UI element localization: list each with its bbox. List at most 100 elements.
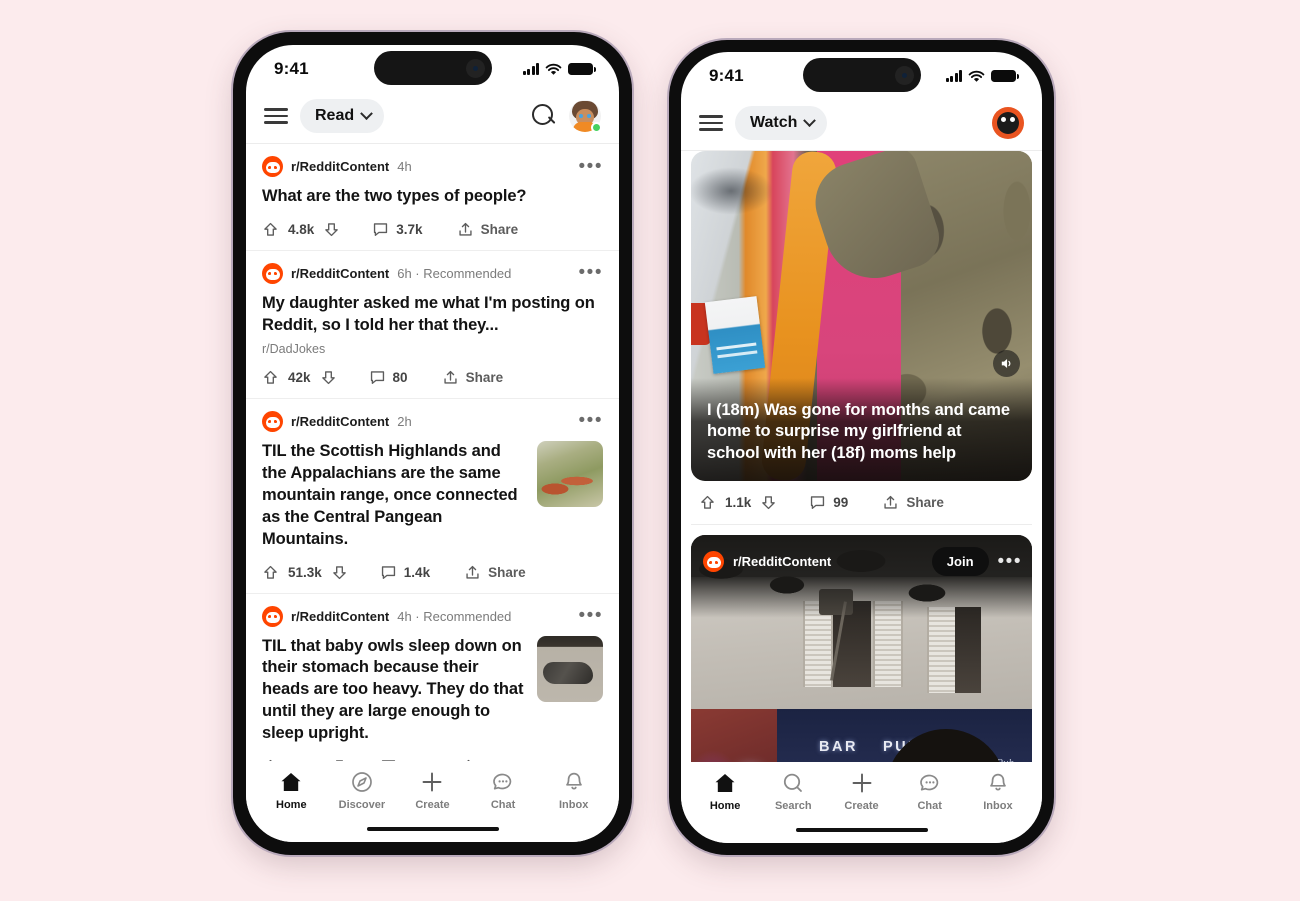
upvote-icon[interactable] bbox=[262, 564, 279, 581]
comment-count: 3.7k bbox=[396, 221, 423, 237]
feed-selector-label: Watch bbox=[750, 114, 798, 131]
post-meta: 6h · Recommended bbox=[397, 265, 512, 281]
comment-icon[interactable] bbox=[369, 369, 386, 386]
post-overflow-menu[interactable]: ••• bbox=[579, 411, 603, 430]
snoo-avatar[interactable] bbox=[992, 107, 1024, 139]
nav-tab-chat[interactable]: Chat bbox=[468, 770, 539, 811]
subreddit-name[interactable]: r/RedditContent bbox=[733, 554, 831, 569]
comment-control[interactable]: 99 bbox=[809, 494, 848, 511]
search-icon[interactable] bbox=[531, 103, 557, 129]
share-icon[interactable] bbox=[442, 369, 459, 386]
post-title[interactable]: TIL the Scottish Highlands and the Appal… bbox=[262, 441, 525, 551]
volume-icon[interactable] bbox=[993, 350, 1020, 377]
comment-icon[interactable] bbox=[809, 494, 826, 511]
home-indicator[interactable] bbox=[681, 817, 1042, 843]
comment-control[interactable]: 3.7k bbox=[372, 221, 423, 238]
baby-owl-thumbnail[interactable] bbox=[537, 635, 603, 702]
join-button[interactable]: Join bbox=[931, 547, 989, 576]
nav-tab-discover[interactable]: Discover bbox=[327, 770, 398, 811]
downvote-icon[interactable] bbox=[323, 221, 340, 238]
video-post-item[interactable]: I (18m) Was gone for months and came hom… bbox=[681, 151, 1042, 525]
video-player[interactable]: I (18m) Was gone for months and came hom… bbox=[691, 151, 1032, 481]
post-overflow-menu[interactable]: ••• bbox=[579, 606, 603, 625]
post-body: TIL the Scottish Highlands and the Appal… bbox=[262, 440, 603, 551]
home-indicator[interactable] bbox=[246, 816, 619, 842]
post-feed-left[interactable]: r/RedditContent 4h ••• What are the two … bbox=[246, 144, 619, 761]
app-header-left: Read bbox=[246, 93, 619, 144]
upvote-icon[interactable] bbox=[699, 494, 716, 511]
share-control[interactable]: Share bbox=[442, 369, 504, 386]
hamburger-icon[interactable] bbox=[699, 115, 723, 131]
share-icon[interactable] bbox=[457, 221, 474, 238]
user-avatar[interactable] bbox=[569, 100, 602, 133]
upvote-icon[interactable] bbox=[262, 369, 279, 386]
feed-selector-read[interactable]: Read bbox=[300, 99, 385, 133]
chat-bubble-icon bbox=[917, 771, 943, 795]
post-overflow-menu[interactable]: ••• bbox=[998, 552, 1022, 571]
post-header: r/RedditContent 6h · Recommended ••• bbox=[262, 262, 603, 284]
hamburger-icon[interactable] bbox=[264, 108, 288, 124]
share-icon[interactable] bbox=[464, 564, 481, 581]
dynamic-island bbox=[802, 58, 921, 92]
share-control[interactable]: Share bbox=[882, 494, 944, 511]
downvote-icon[interactable] bbox=[331, 564, 348, 581]
nav-tab-home[interactable]: Home bbox=[691, 771, 759, 812]
status-time: 9:41 bbox=[709, 66, 744, 85]
comment-icon[interactable] bbox=[372, 221, 389, 238]
nav-tab-create[interactable]: Create bbox=[827, 771, 895, 812]
nav-tab-inbox[interactable]: Inbox bbox=[538, 770, 609, 811]
upvote-count: 1.1k bbox=[725, 495, 752, 510]
nav-tab-create[interactable]: Create bbox=[397, 770, 468, 811]
subreddit-name[interactable]: r/RedditContent bbox=[291, 159, 389, 174]
subreddit-name[interactable]: r/RedditContent bbox=[291, 266, 389, 281]
bell-icon bbox=[985, 771, 1011, 795]
nav-tab-search[interactable]: Search bbox=[759, 771, 827, 812]
share-icon[interactable] bbox=[882, 494, 899, 511]
post-item[interactable]: r/RedditContent 4h ••• What are the two … bbox=[246, 144, 619, 251]
comment-icon[interactable] bbox=[380, 564, 397, 581]
video-feed-right[interactable]: I (18m) Was gone for months and came hom… bbox=[681, 151, 1042, 762]
bottom-nav-right: Home Search Create Chat Inbox bbox=[681, 762, 1042, 817]
upvote-icon[interactable] bbox=[262, 221, 279, 238]
comment-control[interactable]: 80 bbox=[369, 369, 408, 386]
post-overflow-menu[interactable]: ••• bbox=[579, 157, 603, 176]
feed-selector-watch[interactable]: Watch bbox=[735, 106, 828, 140]
post-item[interactable]: r/RedditContent 4h · Recommended ••• TIL… bbox=[246, 594, 619, 761]
post-item[interactable]: r/RedditContent 2h ••• TIL the Scottish … bbox=[246, 399, 619, 594]
post-title[interactable]: TIL that baby owls sleep down on their s… bbox=[262, 636, 525, 746]
subreddit-name[interactable]: r/RedditContent bbox=[291, 414, 389, 429]
mountain-map-thumbnail[interactable] bbox=[537, 440, 603, 507]
vote-control[interactable]: 42k bbox=[262, 369, 337, 386]
post-crosspost-source[interactable]: r/DadJokes bbox=[262, 342, 603, 356]
downvote-icon[interactable] bbox=[760, 494, 777, 511]
subreddit-icon bbox=[703, 551, 724, 572]
vote-control[interactable]: 51.3k bbox=[262, 564, 348, 581]
nav-tab-chat[interactable]: Chat bbox=[896, 771, 964, 812]
post-overflow-menu[interactable]: ••• bbox=[579, 263, 603, 282]
video-player[interactable]: BAR PUB Pub r/RedditContent Join ••• bbox=[691, 535, 1032, 762]
screenshot-canvas: 9:41 Read r/RedditContent 4h ••• What ar… bbox=[0, 0, 1300, 901]
nav-tab-label: Search bbox=[774, 800, 812, 812]
post-body: My daughter asked me what I'm posting on… bbox=[262, 293, 603, 356]
downvote-icon[interactable] bbox=[320, 369, 337, 386]
share-label: Share bbox=[465, 369, 504, 385]
post-title[interactable]: My daughter asked me what I'm posting on… bbox=[262, 293, 603, 337]
comment-control[interactable]: 1.4k bbox=[380, 564, 430, 581]
subreddit-icon bbox=[262, 262, 283, 284]
nav-tab-inbox[interactable]: Inbox bbox=[964, 771, 1032, 812]
vote-control[interactable]: 1.1k bbox=[699, 494, 777, 511]
post-title[interactable]: What are the two types of people? bbox=[262, 186, 603, 208]
feed-selector-label: Read bbox=[315, 107, 355, 124]
post-meta: 4h · Recommended bbox=[397, 608, 512, 624]
comment-count: 99 bbox=[833, 495, 849, 510]
nav-tab-home[interactable]: Home bbox=[256, 770, 327, 811]
post-item[interactable]: r/RedditContent 6h · Recommended ••• My … bbox=[246, 251, 619, 399]
subreddit-name[interactable]: r/RedditContent bbox=[291, 609, 389, 624]
share-control[interactable]: Share bbox=[457, 221, 518, 238]
nav-tab-label: Chat bbox=[490, 799, 516, 811]
share-control[interactable]: Share bbox=[464, 564, 526, 581]
vote-control[interactable]: 4.8k bbox=[262, 221, 340, 238]
share-label: Share bbox=[906, 495, 944, 510]
cellular-signal-icon bbox=[945, 70, 962, 82]
video-post-item[interactable]: BAR PUB Pub r/RedditContent Join ••• bbox=[681, 525, 1042, 762]
